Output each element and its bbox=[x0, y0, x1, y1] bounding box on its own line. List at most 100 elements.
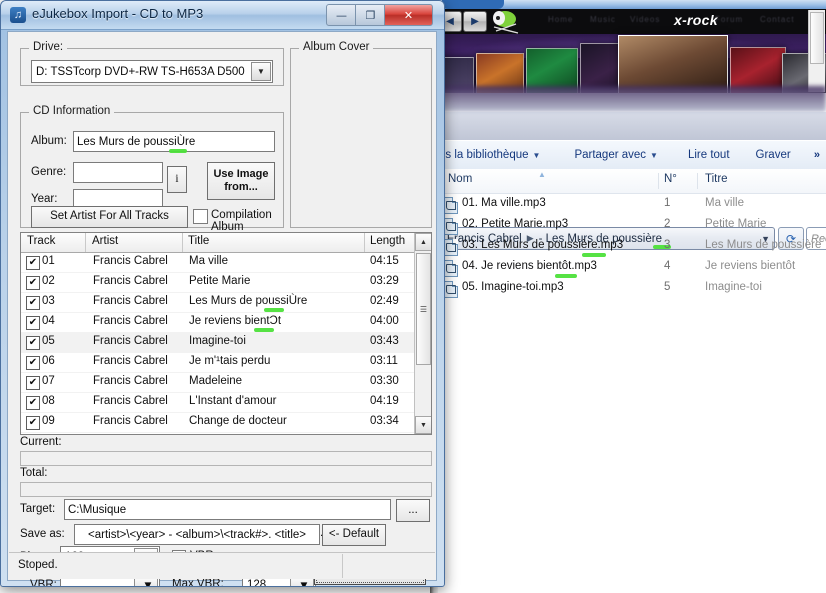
file-name: 04. Je reviens bientôt.mp3 bbox=[462, 260, 597, 272]
target-field[interactable]: C:\Musique bbox=[64, 499, 391, 520]
column-header-length[interactable]: Length bbox=[370, 235, 405, 247]
track-checkbox[interactable]: ✔ bbox=[26, 356, 40, 370]
track-number: 06 bbox=[42, 355, 55, 367]
target-label: Target: bbox=[20, 503, 56, 515]
compilation-album-checkbox[interactable] bbox=[193, 209, 208, 224]
table-row[interactable]: ✔ 04 Francis Cabrel Je reviens bientƆt 0… bbox=[21, 313, 431, 333]
music-note-icon: ♫ bbox=[10, 7, 26, 23]
cmd-include-in-library[interactable]: ns la bibliothèque ▼ bbox=[430, 149, 549, 161]
track-list-scrollbar[interactable]: ▲ ☰ ▼ bbox=[414, 233, 431, 434]
track-title: L'Instant d'amour bbox=[189, 395, 277, 407]
file-list-header: Nom ▲ N° Titre bbox=[430, 169, 826, 194]
title-bar[interactable]: ♫ eJukebox Import - CD to MP3 — ❐ ✕ bbox=[1, 1, 444, 30]
table-row[interactable]: ✔ 05 Francis Cabrel Imagine-toi 03:43 bbox=[21, 333, 431, 353]
column-header-title[interactable]: Title bbox=[188, 235, 209, 247]
column-header-name[interactable]: Nom bbox=[448, 173, 472, 185]
track-artist: Francis Cabrel bbox=[93, 355, 168, 367]
track-checkbox[interactable]: ✔ bbox=[26, 256, 40, 270]
list-item[interactable]: 05. Imagine-toi.mp3 5 Imagine-toi bbox=[430, 278, 826, 299]
mp3-file-icon bbox=[443, 281, 458, 298]
browser-menu-item[interactable]: Forum bbox=[715, 15, 743, 24]
track-title: Petite Marie bbox=[189, 275, 251, 287]
column-header-artist[interactable]: Artist bbox=[92, 235, 118, 247]
save-as-field[interactable]: <artist>\<year> - <album>\<track#>. <tit… bbox=[74, 524, 320, 545]
track-list-header: Track Artist Title Length bbox=[21, 233, 431, 253]
column-header-number[interactable]: N° bbox=[664, 173, 677, 185]
file-name: 05. Imagine-toi.mp3 bbox=[462, 281, 564, 293]
scroll-down-icon[interactable]: ▼ bbox=[415, 416, 431, 434]
album-value: Les Murs de poussiÙre bbox=[77, 135, 196, 148]
explorer-window: ◀ ▶ Home Music Videos Forum Contact x-ro… bbox=[430, 0, 826, 593]
table-row[interactable]: ✔ 03 Francis Cabrel Les Murs de poussiÙr… bbox=[21, 293, 431, 313]
chevron-down-icon[interactable]: ▼ bbox=[251, 62, 271, 81]
minimize-button[interactable]: — bbox=[326, 4, 357, 26]
save-as-value: <artist>\<year> - <album>\<track#>. <tit… bbox=[88, 528, 306, 541]
cmd-share-with[interactable]: Partager avec ▼ bbox=[565, 149, 667, 161]
genre-field[interactable] bbox=[73, 162, 163, 183]
highlight-marker bbox=[169, 149, 187, 153]
column-header-track[interactable]: Track bbox=[27, 235, 55, 247]
browser-menu-item[interactable]: Music bbox=[590, 15, 616, 24]
browse-target-button[interactable]: ... bbox=[396, 499, 430, 522]
table-row[interactable]: ✔ 01 Francis Cabrel Ma ville 04:15 bbox=[21, 253, 431, 273]
track-title: Change de docteur bbox=[189, 415, 287, 427]
table-row[interactable]: ✔ 06 Francis Cabrel Je m'¹tais perdu 03:… bbox=[21, 353, 431, 373]
list-item[interactable]: 01. Ma ville.mp3 1 Ma ville bbox=[430, 194, 826, 215]
overflow-chevron-icon[interactable]: » bbox=[814, 149, 826, 161]
browser-menu-item[interactable]: Videos bbox=[630, 15, 660, 24]
track-list[interactable]: Track Artist Title Length ✔ 01 Francis C… bbox=[20, 232, 432, 435]
highlight-marker bbox=[264, 308, 284, 312]
file-number: 3 bbox=[664, 239, 671, 251]
browser-menu-item[interactable]: Contact bbox=[760, 15, 795, 24]
table-row[interactable]: ✔ 09 Francis Cabrel Change de docteur 03… bbox=[21, 413, 431, 433]
close-button[interactable]: ✕ bbox=[384, 4, 433, 26]
list-item[interactable]: 02. Petite Marie.mp3 2 Petite Marie bbox=[430, 215, 826, 236]
list-item[interactable]: 04. Je reviens bientôt.mp3 4 Je reviens … bbox=[430, 257, 826, 278]
table-row[interactable]: ✔ 07 Francis Cabrel Madeleine 03:30 bbox=[21, 373, 431, 393]
track-checkbox[interactable]: ✔ bbox=[26, 276, 40, 290]
cmd-play-all[interactable]: Lire tout bbox=[679, 149, 739, 161]
address-bar-row: ▶ Francis Cabrel ▶ - Les Murs de poussiè… bbox=[430, 112, 826, 250]
file-title: Imagine-toi bbox=[705, 281, 762, 293]
default-button[interactable]: <- Default bbox=[322, 524, 386, 546]
scroll-up-icon[interactable]: ▲ bbox=[415, 233, 431, 251]
browser-tab-strip bbox=[430, 0, 826, 9]
info-button[interactable]: i bbox=[167, 166, 187, 193]
track-checkbox[interactable]: ✔ bbox=[26, 316, 40, 330]
drive-select[interactable]: D: TSSTcorp DVD+-RW TS-H653A D500 ▼ bbox=[31, 60, 273, 83]
album-cover-label: Album Cover bbox=[299, 41, 374, 53]
file-name: 02. Petite Marie.mp3 bbox=[462, 218, 569, 230]
table-row[interactable]: ✔ 10 Francis Cabrel Ami 02:56 bbox=[21, 433, 431, 434]
arrow-right-icon[interactable]: ▶ bbox=[463, 11, 487, 32]
browser-scrollbar-thumb[interactable] bbox=[810, 12, 824, 64]
use-image-from-button[interactable]: Use Image from... bbox=[207, 162, 275, 200]
chevron-down-icon: ▼ bbox=[650, 151, 658, 160]
track-checkbox[interactable]: ✔ bbox=[26, 376, 40, 390]
track-checkbox[interactable]: ✔ bbox=[26, 336, 40, 350]
current-progress-label: Current: bbox=[20, 436, 62, 448]
track-artist: Francis Cabrel bbox=[93, 315, 168, 327]
max-vbr-label: Max VBR: bbox=[172, 578, 224, 587]
carousel-cover-featured[interactable] bbox=[618, 35, 728, 93]
maximize-button[interactable]: ❐ bbox=[355, 4, 386, 26]
scrollbar-thumb[interactable]: ☰ bbox=[416, 253, 431, 365]
track-artist: Francis Cabrel bbox=[93, 335, 168, 347]
browser-menu-item[interactable]: Home bbox=[548, 15, 573, 24]
cmd-burn[interactable]: Graver bbox=[747, 149, 800, 161]
track-length: 03:29 bbox=[370, 275, 399, 287]
table-row[interactable]: ✔ 02 Francis Cabrel Petite Marie 03:29 bbox=[21, 273, 431, 293]
status-bar-pane bbox=[342, 554, 431, 578]
mp3-file-icon bbox=[443, 197, 458, 214]
track-checkbox[interactable]: ✔ bbox=[26, 296, 40, 310]
track-number: 01 bbox=[42, 255, 55, 267]
album-cover-group[interactable]: Album Cover bbox=[290, 41, 432, 228]
set-artist-for-all-tracks-button[interactable]: Set Artist For All Tracks bbox=[31, 206, 188, 228]
track-length: 03:30 bbox=[370, 375, 399, 387]
list-item[interactable]: 03. Les Murs de poussière.mp3 3 Les Murs… bbox=[430, 236, 826, 257]
track-checkbox[interactable]: ✔ bbox=[26, 416, 40, 430]
table-row[interactable]: ✔ 08 Francis Cabrel L'Instant d'amour 04… bbox=[21, 393, 431, 413]
column-header-title[interactable]: Titre bbox=[705, 173, 728, 185]
cmd-label: ns la bibliothèque bbox=[439, 149, 529, 161]
track-length: 03:43 bbox=[370, 335, 399, 347]
track-checkbox[interactable]: ✔ bbox=[26, 396, 40, 410]
